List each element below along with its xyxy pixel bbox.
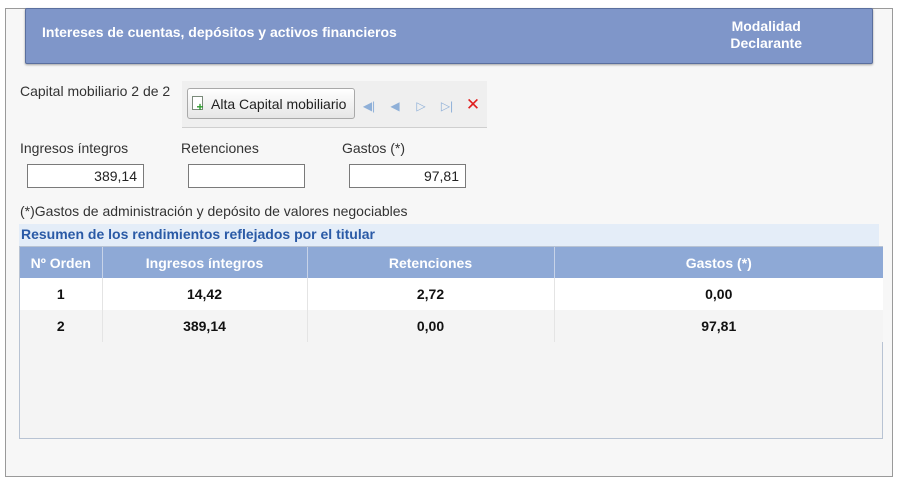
- summary-table: Nº Orden Ingresos íntegros Retenciones G…: [20, 247, 883, 342]
- cell-gastos: 97,81: [701, 318, 737, 334]
- ingresos-input[interactable]: 389,14: [27, 164, 144, 188]
- previous-record-icon[interactable]: ◀: [386, 98, 404, 114]
- gastos-footnote: (*)Gastos de administración y depósito d…: [20, 203, 408, 219]
- col-header-orden[interactable]: Nº Orden: [20, 247, 103, 278]
- gastos-label: Gastos (*): [342, 140, 406, 156]
- cell-gastos: 0,00: [705, 286, 733, 302]
- first-record-icon[interactable]: ◀|: [360, 98, 378, 114]
- table-header-row: Nº Orden Ingresos íntegros Retenciones G…: [20, 247, 883, 278]
- cell-orden: 1: [20, 278, 103, 310]
- alta-capital-button[interactable]: + Alta Capital mobiliario: [187, 88, 355, 119]
- table-row[interactable]: 1 14,42 2,72 0,00: [20, 278, 883, 310]
- alta-capital-label: Alta Capital mobiliario: [211, 95, 347, 112]
- ingresos-label: Ingresos íntegros: [20, 140, 129, 156]
- modalidad-line1: Modalidad: [731, 18, 801, 34]
- col-header-gastos[interactable]: Gastos (*): [554, 247, 883, 278]
- modalidad-label: Modalidad Declarante: [730, 18, 802, 52]
- retenciones-label: Retenciones: [181, 140, 259, 156]
- last-record-icon[interactable]: ▷|: [438, 98, 456, 114]
- cell-ingresos: 389,14: [102, 310, 308, 342]
- section-header: Intereses de cuentas, depósitos y activo…: [25, 8, 873, 64]
- gastos-input[interactable]: 97,81: [349, 164, 466, 188]
- record-toolbar: + Alta Capital mobiliario ◀| ◀ ▷ ▷| ✕: [182, 81, 487, 128]
- summary-grid: Nº Orden Ingresos íntegros Retenciones G…: [19, 246, 883, 439]
- modalidad-line2: Declarante: [730, 35, 802, 51]
- cell-retenciones: 0,00: [307, 310, 555, 342]
- col-header-retenciones[interactable]: Retenciones: [307, 247, 555, 278]
- col-header-ingresos[interactable]: Ingresos íntegros: [102, 247, 308, 278]
- retenciones-input[interactable]: [188, 164, 305, 188]
- add-document-icon: +: [192, 96, 205, 113]
- table-row[interactable]: 2 389,14 0,00 97,81: [20, 310, 883, 342]
- delete-icon[interactable]: ✕: [465, 96, 481, 113]
- cell-retenciones: 2,72: [307, 278, 555, 310]
- next-record-icon[interactable]: ▷: [412, 98, 430, 114]
- section-title: Intereses de cuentas, depósitos y activo…: [42, 24, 397, 40]
- record-counter: Capital mobiliario 2 de 2: [20, 83, 171, 99]
- cell-orden: 2: [20, 310, 103, 342]
- cell-ingresos: 14,42: [102, 278, 308, 310]
- summary-title: Resumen de los rendimientos reflejados p…: [19, 224, 879, 246]
